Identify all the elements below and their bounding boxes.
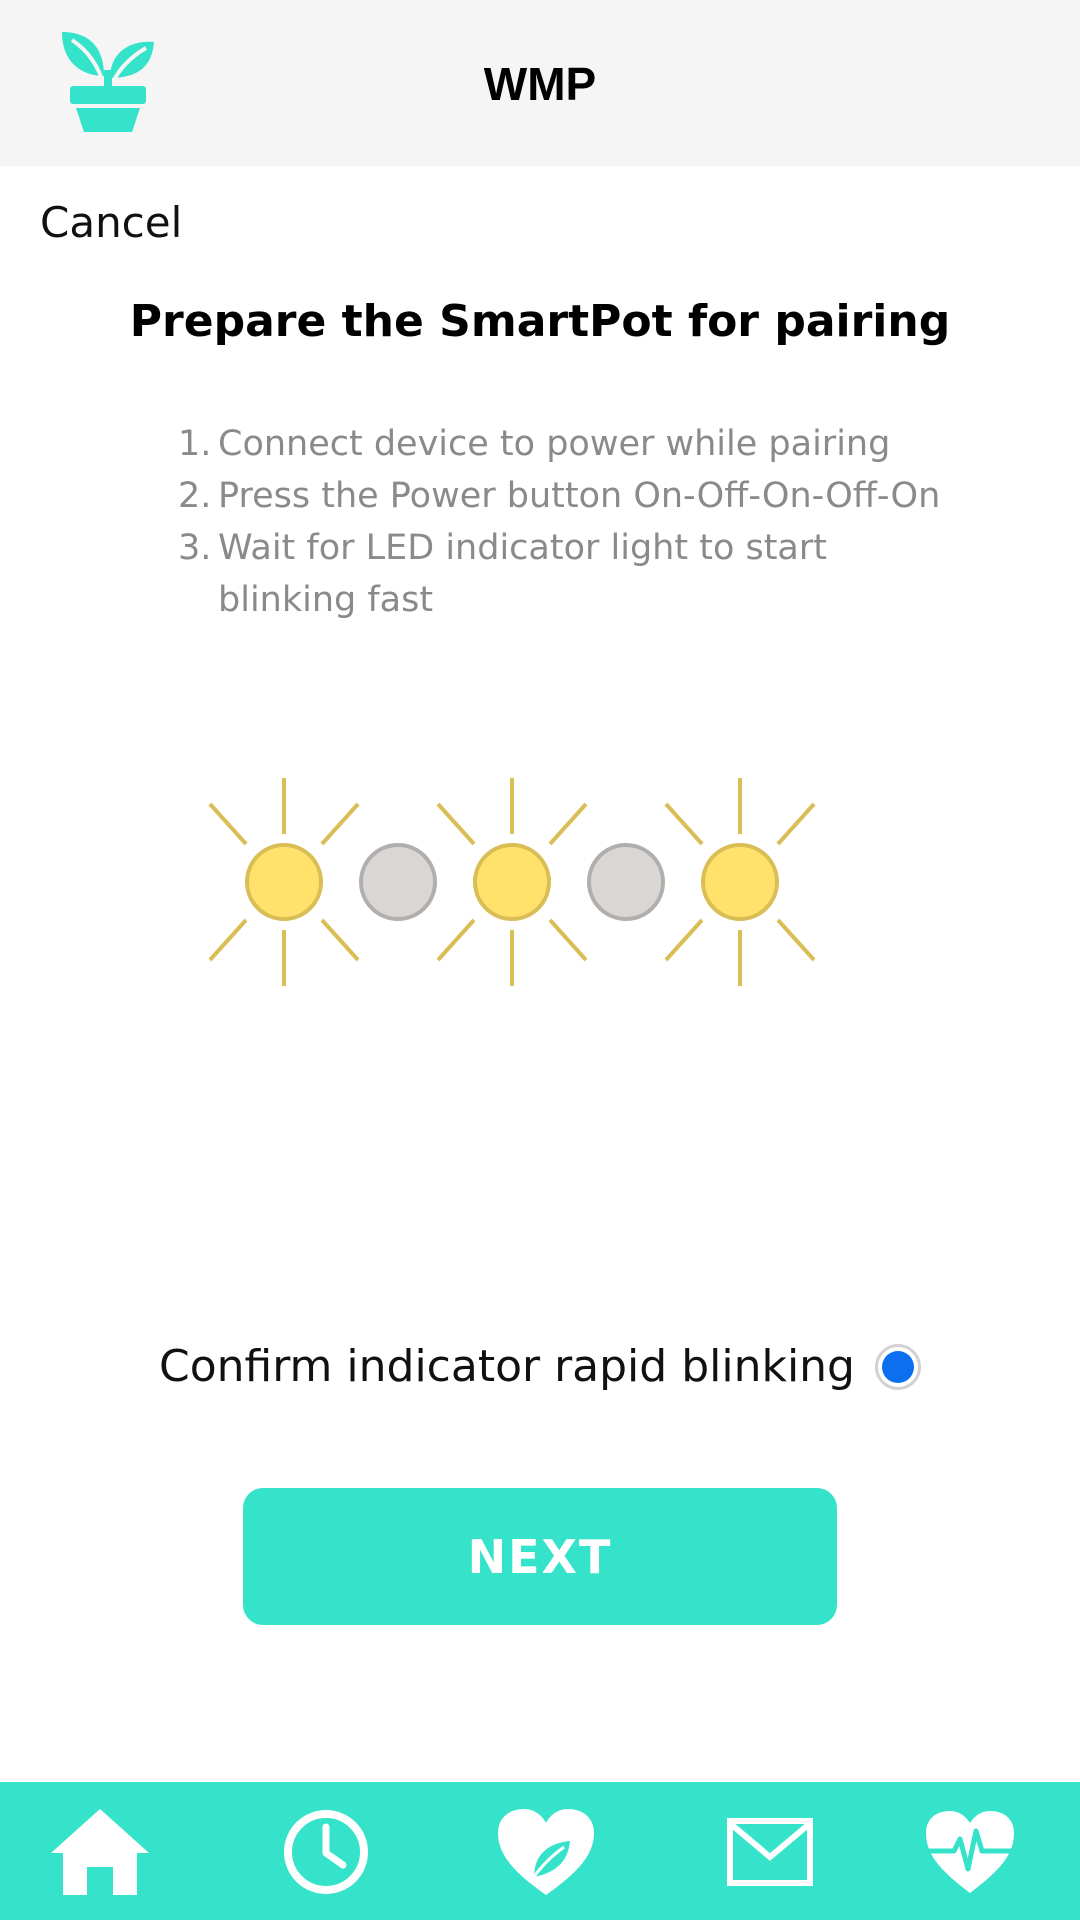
step-number: 1.: [178, 424, 212, 464]
step-text: Press the Power button On-Off-On-Off-On: [218, 476, 941, 516]
step-number: 3.: [178, 528, 212, 568]
mail-icon[interactable]: [714, 1796, 826, 1908]
confirm-label: Confirm indicator rapid blinking: [159, 1341, 855, 1392]
led-on: [436, 778, 588, 986]
step-item: 3. Wait for LED indicator light to start…: [178, 522, 958, 626]
page-title: Prepare the SmartPot for pairing: [129, 296, 951, 347]
led-off: [359, 843, 437, 921]
led-circle: [473, 843, 551, 921]
bottom-nav: [0, 1782, 1080, 1920]
led-on: [664, 778, 816, 986]
heartbeat-icon[interactable]: [914, 1796, 1026, 1908]
led-ray: [436, 918, 476, 962]
step-text: Connect device to power while pairing: [218, 424, 891, 464]
clock-icon[interactable]: [270, 1796, 382, 1908]
led-off: [587, 843, 665, 921]
next-button[interactable]: NEXT: [243, 1488, 837, 1625]
led-circle: [245, 843, 323, 921]
led-ray: [320, 918, 360, 962]
confirm-radio[interactable]: [875, 1344, 921, 1390]
home-icon[interactable]: [44, 1796, 156, 1908]
led-circle: [587, 843, 665, 921]
led-on: [208, 778, 360, 986]
app-header: WMP: [0, 0, 1080, 166]
led-ray: [664, 918, 704, 962]
app-title: WMP: [483, 58, 597, 110]
led-ray: [208, 918, 248, 962]
pairing-steps: 1. Connect device to power while pairing…: [178, 418, 958, 626]
step-item: 1. Connect device to power while pairing: [178, 418, 958, 470]
led-indicator-illustration: [200, 760, 840, 1000]
led-ray: [548, 802, 588, 846]
step-item: 2. Press the Power button On-Off-On-Off-…: [178, 470, 958, 522]
led-ray: [548, 918, 588, 962]
led-ray: [776, 918, 816, 962]
led-ray: [664, 802, 704, 846]
led-ray: [208, 802, 248, 846]
cancel-button[interactable]: Cancel: [40, 196, 182, 250]
heart-leaf-icon[interactable]: [490, 1796, 602, 1908]
led-ray: [776, 802, 816, 846]
led-ray: [320, 802, 360, 846]
led-circle: [359, 843, 437, 921]
confirm-row: Confirm indicator rapid blinking: [0, 1336, 1080, 1398]
step-text: Wait for LED indicator light to start bl…: [218, 528, 827, 620]
radio-selected-dot: [882, 1351, 914, 1383]
led-ray: [436, 802, 476, 846]
step-number: 2.: [178, 476, 212, 516]
led-circle: [701, 843, 779, 921]
